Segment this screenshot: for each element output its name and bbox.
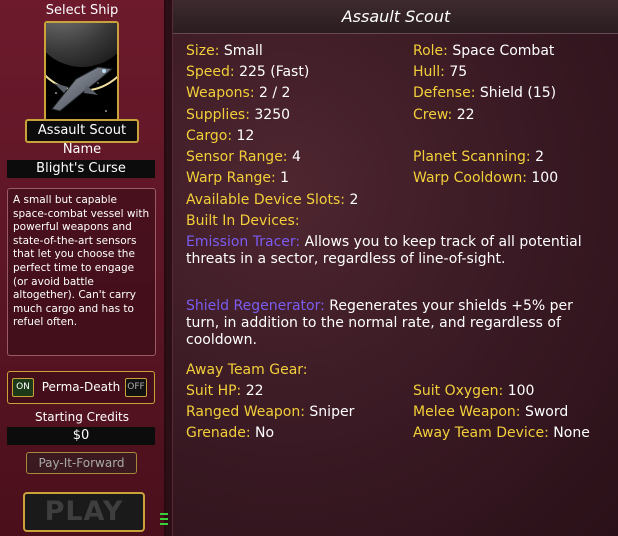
scroll-handle-icon[interactable] <box>160 511 168 527</box>
stat-melee-weapon: Melee Weapon: Sword <box>413 404 569 420</box>
select-ship-label: Select Ship <box>45 3 119 18</box>
stat-supplies: Supplies: 3250 <box>186 107 291 123</box>
perma-death-toggle: ON Perma-Death OFF <box>7 371 155 404</box>
captain-name-field[interactable]: Blight's Curse <box>7 160 155 178</box>
stat-planet-scanning: Planet Scanning: 2 <box>413 149 544 165</box>
perma-death-on-button[interactable]: ON <box>12 378 34 397</box>
ship-description: A small but capable space-combat vessel … <box>7 188 156 356</box>
stat-defense: Defense: Shield (15) <box>413 85 557 101</box>
device-shield-regenerator: Shield Regenerator: Regenerates your shi… <box>186 298 573 348</box>
pay-it-forward-button[interactable]: Pay-It-Forward <box>26 452 137 474</box>
device-emission-tracer: Emission Tracer: Allows you to keep trac… <box>186 234 582 267</box>
stat-suit-oxygen: Suit Oxygen: 100 <box>413 383 535 399</box>
stat-away-team-device: Away Team Device: None <box>413 425 590 441</box>
ship-info-title: Assault Scout <box>173 0 618 34</box>
ship-info-panel: Assault Scout Size: Small Speed: 225 (Fa… <box>172 0 618 536</box>
stat-weapons: Weapons: 2 / 2 <box>186 85 291 101</box>
stat-warp-range: Warp Range: 1 <box>186 170 290 186</box>
ship-portrait-icon[interactable] <box>44 21 119 123</box>
stat-grenade: Grenade: No <box>186 425 275 441</box>
stat-hull: Hull: 75 <box>413 64 468 80</box>
starting-credits-value: $0 <box>7 427 155 445</box>
ship-select-panel: Select Ship Assault Scout Name Blight's … <box>0 0 166 536</box>
built-in-devices-label: Built In Devices: <box>186 213 300 229</box>
stat-cargo: Cargo: 12 <box>186 128 255 144</box>
starting-credits-label: Starting Credits <box>34 410 130 424</box>
stat-warp-cooldown: Warp Cooldown: 100 <box>413 170 559 186</box>
perma-death-off-button[interactable]: OFF <box>125 378 147 397</box>
stat-size: Size: Small <box>186 43 263 59</box>
play-button[interactable]: PLAY <box>23 492 145 532</box>
perma-death-label: Perma-Death <box>41 380 121 394</box>
stat-sensor-range: Sensor Range: 4 <box>186 149 301 165</box>
stat-speed: Speed: 225 (Fast) <box>186 64 310 80</box>
stat-ranged-weapon: Ranged Weapon: Sniper <box>186 404 355 420</box>
stat-suit-hp: Suit HP: 22 <box>186 383 264 399</box>
stat-device-slots: Available Device Slots: 2 <box>186 192 359 208</box>
name-label: Name <box>62 142 102 157</box>
away-team-gear-label: Away Team Gear: <box>186 362 308 378</box>
ship-name-selector[interactable]: Assault Scout <box>25 119 139 143</box>
stat-role: Role: Space Combat <box>413 43 555 59</box>
stat-crew: Crew: 22 <box>413 107 475 123</box>
